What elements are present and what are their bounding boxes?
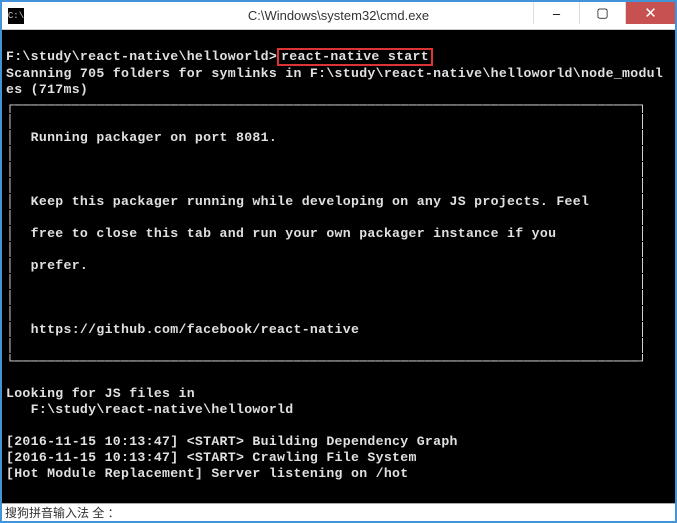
- box-line: │ free to close this tab and run your ow…: [6, 226, 647, 241]
- highlighted-command: react-native start: [277, 48, 433, 66]
- output-line: F:\study\react-native\helloworld: [6, 402, 293, 417]
- box-blank: │ │: [6, 162, 647, 177]
- terminal-output[interactable]: F:\study\react-native\helloworld>react-n…: [2, 30, 675, 503]
- box-line: │ https://github.com/facebook/react-nati…: [6, 322, 647, 337]
- box-line: │ prefer. │: [6, 258, 647, 273]
- ime-status-bar: 搜狗拼音输入法 全 ：: [2, 503, 675, 521]
- prompt-path: F:\study\react-native\helloworld>: [6, 49, 277, 64]
- box-blank: │ │: [6, 274, 647, 289]
- window-controls: – ▢ ✕: [533, 2, 675, 29]
- box-line: │ Running packager on port 8081. │: [6, 130, 647, 145]
- box-border: ┌───────────────────────────────────────…: [6, 98, 647, 113]
- cmd-icon: C:\: [8, 8, 24, 24]
- minimize-button[interactable]: –: [533, 2, 579, 24]
- titlebar: C:\ C:\Windows\system32\cmd.exe – ▢ ✕: [2, 2, 675, 30]
- window-title: C:\Windows\system32\cmd.exe: [248, 8, 429, 23]
- output-line: es (717ms): [6, 82, 88, 97]
- box-blank: │ │: [6, 210, 647, 225]
- box-border: └───────────────────────────────────────…: [6, 354, 647, 369]
- output-line: Looking for JS files in: [6, 386, 195, 401]
- box-line: │ Keep this packager running while devel…: [6, 194, 647, 209]
- box-blank: │ │: [6, 306, 647, 321]
- output-line: Scanning 705 folders for symlinks in F:\…: [6, 66, 663, 81]
- box-blank: │ │: [6, 242, 647, 257]
- box-blank: │ │: [6, 178, 647, 193]
- output-line: [2016-11-15 10:13:47] <START> Building D…: [6, 434, 458, 449]
- output-line: [2016-11-15 10:13:47] <START> Crawling F…: [6, 450, 417, 465]
- box-blank: │ │: [6, 338, 647, 353]
- box-blank: │ │: [6, 114, 647, 129]
- maximize-button[interactable]: ▢: [579, 2, 625, 24]
- box-blank: │ │: [6, 290, 647, 305]
- box-blank: │ │: [6, 146, 647, 161]
- close-button[interactable]: ✕: [625, 2, 675, 24]
- output-line: [Hot Module Replacement] Server listenin…: [6, 466, 408, 481]
